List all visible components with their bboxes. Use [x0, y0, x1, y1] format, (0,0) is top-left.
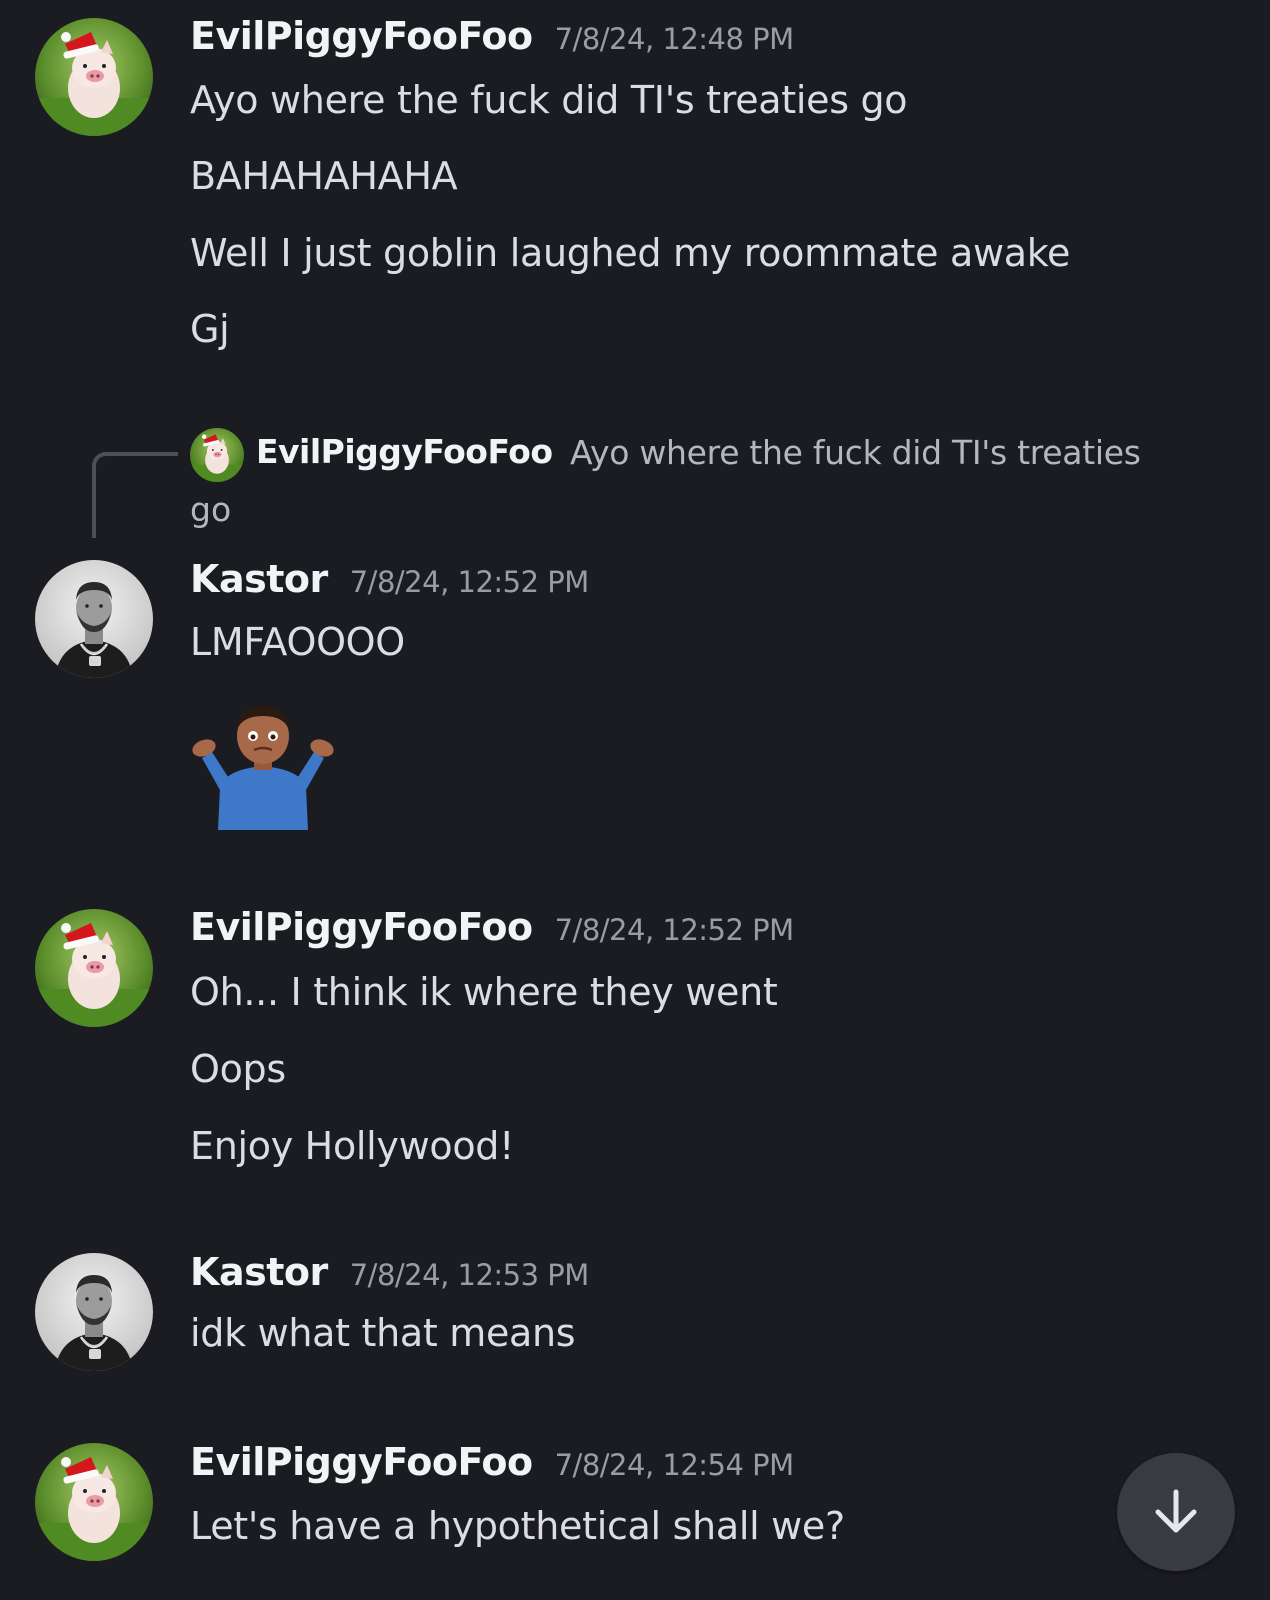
- avatar[interactable]: [35, 1253, 153, 1371]
- message-text: Ayo where the fuck did TI's treaties go: [190, 78, 908, 122]
- message-text: LMFAOOOO: [190, 620, 405, 664]
- message-header: EvilPiggyFooFoo 7/8/24, 12:48 PM: [190, 14, 794, 58]
- reply-preview-text-wrap[interactable]: go: [190, 490, 231, 529]
- pig-avatar-icon: [190, 428, 244, 482]
- avatar[interactable]: [35, 909, 153, 1027]
- message-header: Kastor 7/8/24, 12:52 PM: [190, 557, 589, 601]
- reply-avatar[interactable]: [190, 428, 244, 482]
- avatar[interactable]: [35, 560, 153, 678]
- message-text: Enjoy Hollywood!: [190, 1124, 515, 1168]
- message-text: BAHAHAHAHA: [190, 154, 458, 198]
- scroll-to-bottom-button[interactable]: [1117, 1453, 1235, 1571]
- man-avatar-icon: [35, 1253, 153, 1371]
- message-header: EvilPiggyFooFoo 7/8/24, 12:52 PM: [190, 905, 794, 949]
- pig-avatar-icon: [35, 909, 153, 1027]
- person-shrugging-emoji-icon: [188, 700, 338, 830]
- avatar[interactable]: [35, 1443, 153, 1561]
- timestamp: 7/8/24, 12:53 PM: [349, 1258, 590, 1292]
- username[interactable]: EvilPiggyFooFoo: [190, 1440, 533, 1484]
- reply-connector: [92, 452, 178, 538]
- username[interactable]: EvilPiggyFooFoo: [190, 905, 533, 949]
- message-text: Let's have a hypothetical shall we?: [190, 1504, 845, 1548]
- pig-avatar-icon: [35, 1443, 153, 1561]
- username[interactable]: EvilPiggyFooFoo: [190, 14, 533, 58]
- timestamp: 7/8/24, 12:54 PM: [554, 1448, 795, 1482]
- message-text: Oops: [190, 1047, 286, 1091]
- message-text: Gj: [190, 307, 230, 351]
- reply-preview-text[interactable]: Ayo where the fuck did TI's treaties: [570, 433, 1141, 472]
- message-text: idk what that means: [190, 1311, 576, 1355]
- message-header: Kastor 7/8/24, 12:53 PM: [190, 1250, 589, 1294]
- timestamp: 7/8/24, 12:52 PM: [554, 913, 795, 947]
- message-text: Oh... I think ik where they went: [190, 970, 778, 1014]
- avatar[interactable]: [35, 18, 153, 136]
- timestamp: 7/8/24, 12:52 PM: [349, 565, 590, 599]
- username[interactable]: Kastor: [190, 1250, 328, 1294]
- man-avatar-icon: [35, 560, 153, 678]
- pig-avatar-icon: [35, 18, 153, 136]
- reply-username[interactable]: EvilPiggyFooFoo: [256, 432, 553, 471]
- message-text: Well I just goblin laughed my roommate a…: [190, 231, 1071, 275]
- timestamp: 7/8/24, 12:48 PM: [554, 22, 795, 56]
- message-header: EvilPiggyFooFoo 7/8/24, 12:54 PM: [190, 1440, 794, 1484]
- arrow-down-icon: [1155, 1489, 1197, 1533]
- username[interactable]: Kastor: [190, 557, 328, 601]
